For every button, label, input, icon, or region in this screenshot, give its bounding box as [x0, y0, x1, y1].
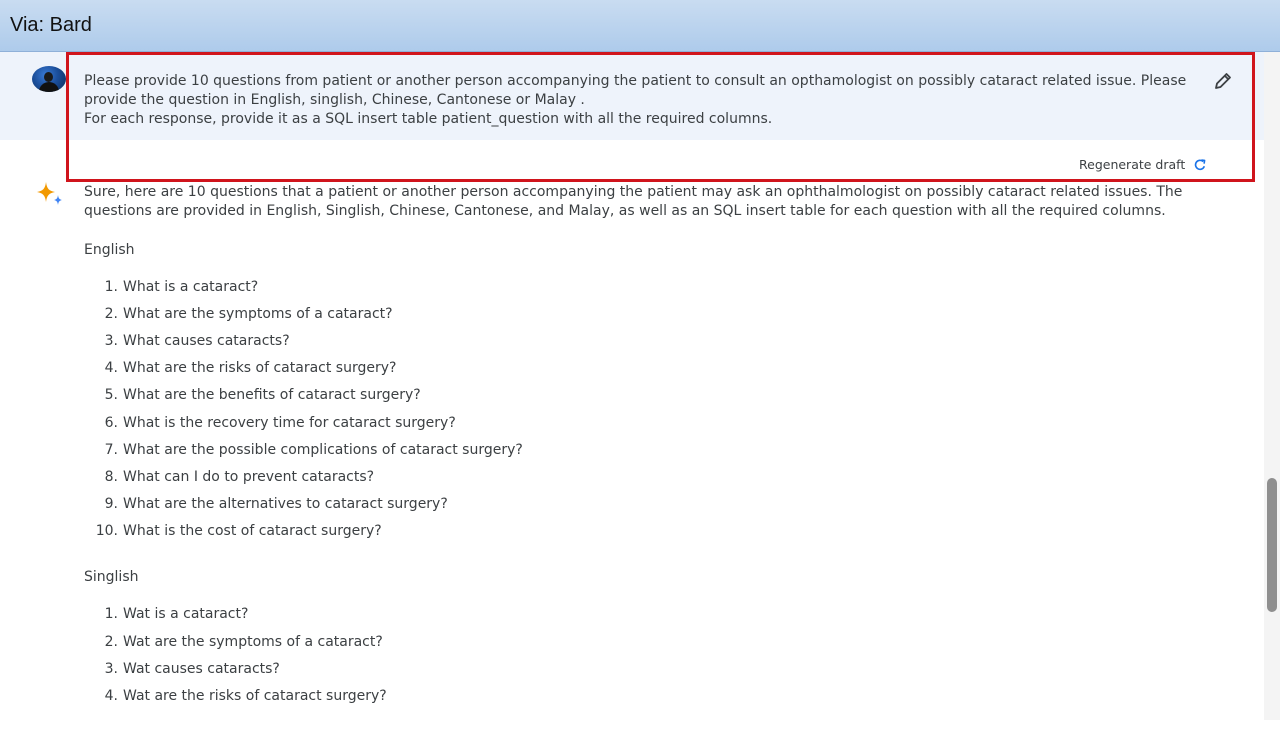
regenerate-label: Regenerate draft — [1079, 157, 1186, 172]
section-heading-singlish: Singlish — [84, 569, 139, 586]
list-item: 4. Wat are the risks of cataract surgery? — [104, 688, 387, 705]
list-item: 1. What is a cataract? — [104, 278, 259, 295]
regenerate-draft-button[interactable]: Regenerate draft — [1079, 157, 1207, 172]
user-prompt-text: Please provide 10 questions from patient… — [84, 72, 1204, 129]
english-question-list: 1. What is a cataract? 2. What are the sym… — [84, 278, 1224, 550]
list-item: 1. Wat is a cataract? — [104, 606, 249, 623]
title-text: Via: Bard — [10, 14, 92, 36]
list-item: 5. What are the benefits of cataract surg… — [104, 387, 421, 404]
list-item: 8. What can I do to prevent cataracts? — [104, 468, 375, 485]
response-intro: Sure, here are 10 questions that a patie… — [84, 184, 1183, 220]
scrollbar-thumb[interactable] — [1267, 478, 1277, 612]
list-item: 9. What are the alternatives to cataract … — [104, 496, 448, 513]
sparkle-icon — [37, 182, 62, 205]
list-item: 4. What are the risks of cataract surgery… — [104, 360, 397, 377]
user-avatar — [32, 66, 66, 92]
list-item: 2. Wat are the symptoms of a cataract? — [104, 633, 383, 650]
singlish-question-list: 1. Wat is a cataract? 2. Wat are the sympt… — [84, 605, 1224, 714]
list-item: 6. What is the recovery time for cataract… — [104, 414, 456, 431]
assistant-response: Sure, here are 10 questions that a patie… — [84, 183, 1224, 714]
edit-prompt-button[interactable] — [1212, 70, 1234, 92]
list-item: 3. Wat causes cataracts? — [104, 660, 280, 677]
list-item: 7. What are the possible complications of… — [104, 441, 523, 458]
list-item: 3. What causes cataracts? — [104, 332, 290, 349]
title-bar: Via: Bard — [0, 0, 1280, 52]
prompt-line-2: For each response, provide it as a SQL i… — [84, 111, 773, 127]
section-heading-english: English — [84, 241, 135, 258]
list-item: 2. What are the symptoms of a cataract? — [104, 305, 393, 322]
list-item: 10. What is the cost of cataract surgery? — [95, 523, 382, 540]
scrollbar-track[interactable] — [1264, 52, 1280, 720]
pencil-icon — [1215, 73, 1231, 89]
prompt-line-1: Please provide 10 questions from patient… — [84, 73, 1187, 108]
refresh-icon — [1195, 158, 1206, 170]
